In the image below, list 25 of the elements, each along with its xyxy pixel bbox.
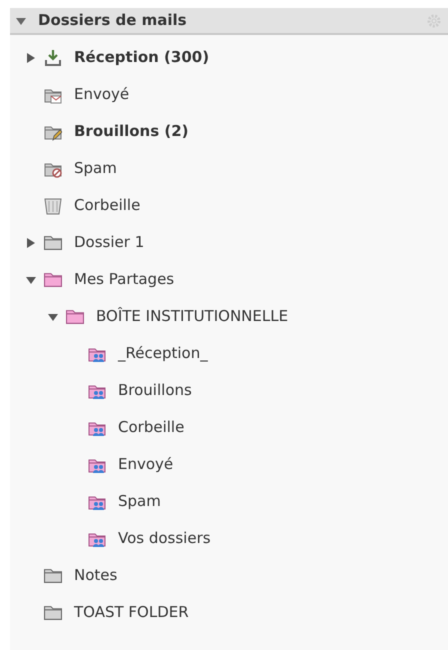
- folder-label[interactable]: _Réception_: [118, 342, 208, 365]
- folder-icon: [44, 236, 62, 250]
- folder-label[interactable]: Brouillons (2): [74, 120, 189, 143]
- trash-icon: [44, 196, 62, 214]
- folder-label[interactable]: Spam: [118, 490, 161, 513]
- folder-label[interactable]: BOÎTE INSTITUTIONNELLE: [96, 305, 288, 328]
- folder-label[interactable]: Corbeille: [118, 416, 184, 439]
- folder-label[interactable]: Mes Partages: [74, 268, 174, 291]
- folder-label[interactable]: TOAST FOLDER: [74, 601, 189, 624]
- folder-label[interactable]: Réception (300): [74, 46, 210, 69]
- folder-icon: [44, 568, 62, 582]
- folder-label[interactable]: Envoyé: [118, 453, 174, 476]
- folder-label[interactable]: Vos dossiers: [118, 527, 211, 550]
- folder-icon: [44, 606, 62, 620]
- folder-icon: [44, 272, 62, 286]
- folder-label[interactable]: Corbeille: [74, 194, 140, 217]
- folder-icon: [66, 310, 84, 324]
- folder-label[interactable]: Notes: [74, 564, 118, 587]
- folder-label[interactable]: Brouillons: [118, 379, 192, 402]
- folder-label[interactable]: Envoyé: [74, 83, 130, 106]
- panel-title: Dossiers de mails: [38, 10, 187, 32]
- collapse-arrow-icon[interactable]: [16, 16, 26, 26]
- folder-label[interactable]: Spam: [74, 157, 117, 180]
- download-tray-icon: [44, 48, 62, 66]
- folder-label[interactable]: Dossier 1: [74, 231, 144, 254]
